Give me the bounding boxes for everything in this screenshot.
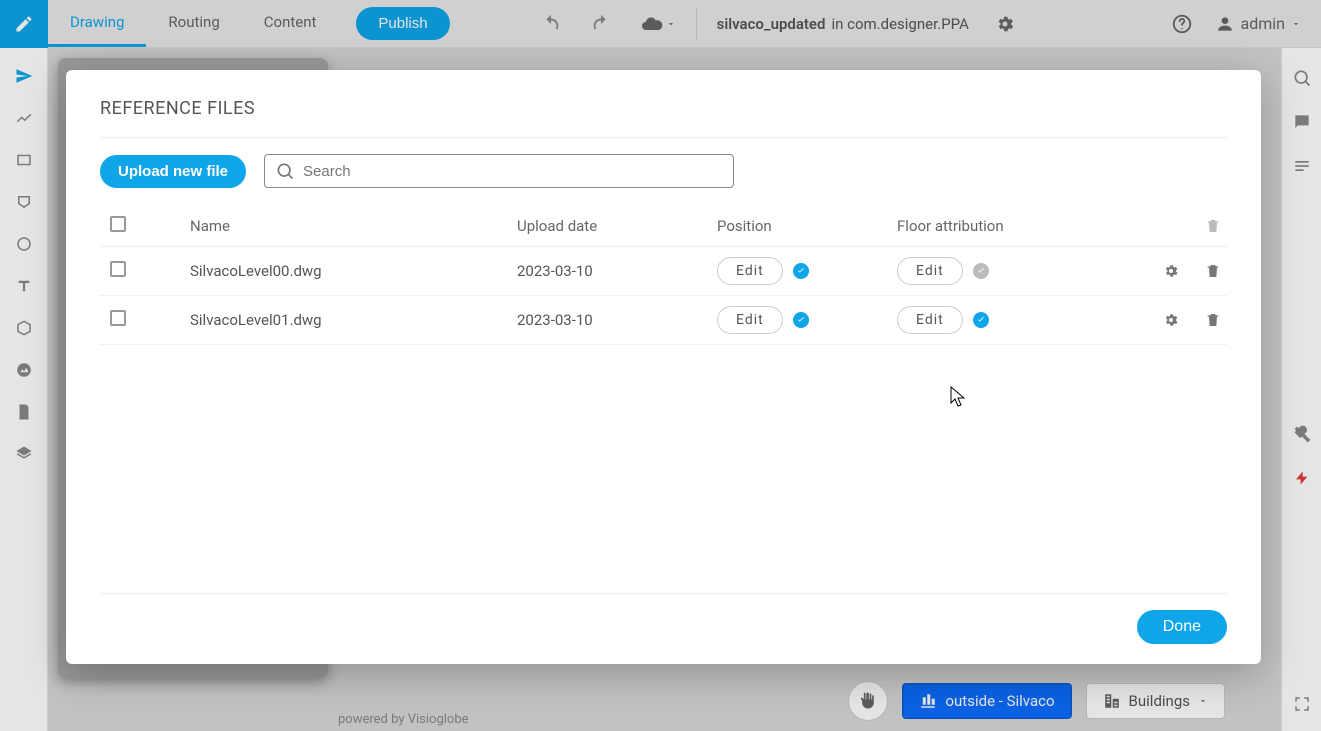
- check-icon: [973, 312, 989, 328]
- search-input[interactable]: [303, 163, 723, 180]
- row-gear-icon[interactable]: [1163, 263, 1179, 279]
- col-name: Name: [190, 217, 517, 235]
- edit-position-button[interactable]: Edit: [717, 306, 783, 334]
- file-name-cell: SilvacoLevel00.dwg: [190, 262, 517, 280]
- reference-files-modal: REFERENCE FILES Upload new file Name Upl…: [66, 70, 1261, 664]
- file-date-cell: 2023-03-10: [517, 311, 717, 329]
- modal-title: REFERENCE FILES: [100, 98, 1227, 119]
- upload-button[interactable]: Upload new file: [100, 155, 246, 188]
- edit-floor-button[interactable]: Edit: [897, 306, 963, 334]
- select-all-checkbox[interactable]: [110, 216, 126, 232]
- check-icon: [793, 263, 809, 279]
- search-field[interactable]: [264, 154, 734, 188]
- col-position: Position: [717, 217, 897, 235]
- col-upload-date: Upload date: [517, 217, 717, 235]
- file-date-cell: 2023-03-10: [517, 262, 717, 280]
- row-gear-icon[interactable]: [1163, 312, 1179, 328]
- check-icon: [793, 312, 809, 328]
- edit-floor-button[interactable]: Edit: [897, 257, 963, 285]
- table-row: SilvacoLevel01.dwg 2023-03-10 Edit Edit: [100, 296, 1227, 345]
- edit-position-button[interactable]: Edit: [717, 257, 783, 285]
- done-button[interactable]: Done: [1137, 610, 1227, 644]
- row-checkbox[interactable]: [110, 310, 126, 326]
- table-row: SilvacoLevel00.dwg 2023-03-10 Edit Edit: [100, 247, 1227, 296]
- search-icon: [275, 161, 295, 181]
- row-trash-icon[interactable]: [1205, 312, 1221, 328]
- row-trash-icon[interactable]: [1205, 263, 1221, 279]
- trash-header-icon[interactable]: [1205, 218, 1221, 234]
- cursor-glyph: [950, 386, 966, 408]
- col-floor: Floor attribution: [897, 217, 1117, 235]
- files-table: Name Upload date Position Floor attribut…: [100, 206, 1227, 593]
- file-name-cell: SilvacoLevel01.dwg: [190, 311, 517, 329]
- check-icon: [973, 263, 989, 279]
- table-header: Name Upload date Position Floor attribut…: [100, 206, 1227, 247]
- row-checkbox[interactable]: [110, 261, 126, 277]
